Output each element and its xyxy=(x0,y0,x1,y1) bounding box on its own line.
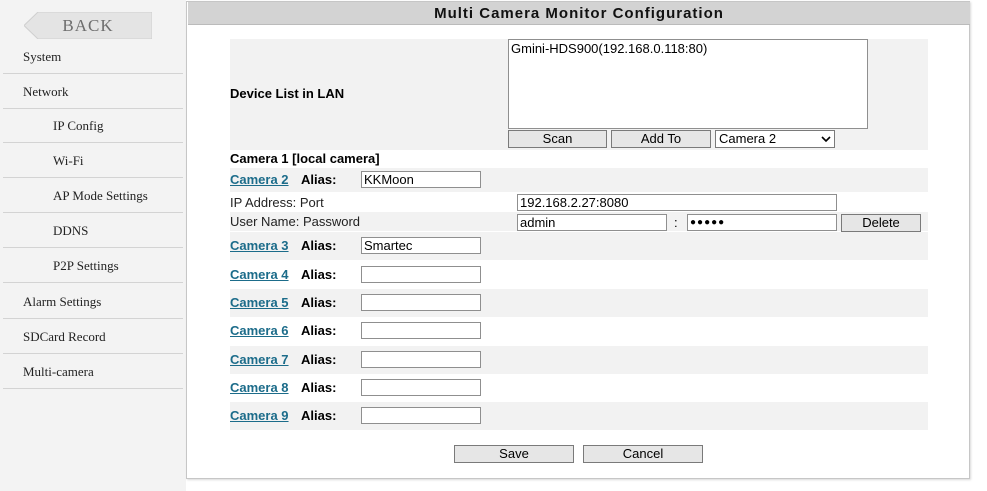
alias-label: Alias: xyxy=(301,295,337,310)
sidebar: BACK System Network IP Config Wi-Fi AP M… xyxy=(0,0,186,491)
password-input[interactable]: ●●●●● xyxy=(687,214,837,231)
sidebar-item-label: Alarm Settings xyxy=(23,294,102,309)
user-label: User Name: Password xyxy=(230,214,361,229)
camera-6-alias-input[interactable] xyxy=(361,322,481,339)
sidebar-item-ip-config[interactable]: IP Config xyxy=(3,109,183,143)
camera-3-alias-input[interactable]: Smartec xyxy=(361,237,481,254)
sidebar-item-label: DDNS xyxy=(53,223,89,238)
alias-label: Alias: xyxy=(301,408,337,423)
camera-1-label: Camera 1 [local camera] xyxy=(230,151,380,166)
camera-2-alias-input[interactable]: KKMoon xyxy=(361,171,481,188)
page-title: Multi Camera Monitor Configuration xyxy=(188,2,970,25)
cancel-button[interactable]: Cancel xyxy=(583,445,703,463)
camera-select-value: Camera 2 xyxy=(719,131,777,146)
sidebar-item-label: Network xyxy=(23,84,69,99)
delete-button[interactable]: Delete xyxy=(841,214,921,232)
sidebar-item-multi-camera[interactable]: Multi-camera xyxy=(3,355,183,389)
username-input[interactable]: admin xyxy=(517,214,667,231)
user-pass-separator: : xyxy=(674,215,678,230)
alias-label: Alias: xyxy=(301,172,337,187)
camera-6-link[interactable]: Camera 6 xyxy=(230,323,289,338)
sidebar-item-label: AP Mode Settings xyxy=(53,188,148,203)
sidebar-item-ap-mode-settings[interactable]: AP Mode Settings xyxy=(3,179,183,213)
sidebar-item-network[interactable]: Network xyxy=(3,75,183,109)
camera-select[interactable]: Camera 2 xyxy=(715,130,835,148)
sidebar-item-alarm-settings[interactable]: Alarm Settings xyxy=(3,285,183,319)
camera-5-link[interactable]: Camera 5 xyxy=(230,295,289,310)
device-list-item[interactable]: Gmini-HDS900(192.168.0.118:80) xyxy=(511,41,707,56)
camera-2-link[interactable]: Camera 2 xyxy=(230,172,289,187)
camera-7-alias-input[interactable] xyxy=(361,351,481,368)
device-list-label: Device List in LAN xyxy=(230,86,345,101)
alias-label: Alias: xyxy=(301,323,337,338)
camera-9-link[interactable]: Camera 9 xyxy=(230,408,289,423)
camera-5-alias-input[interactable] xyxy=(361,294,481,311)
camera-8-link[interactable]: Camera 8 xyxy=(230,380,289,395)
sidebar-item-label: Wi-Fi xyxy=(53,153,84,168)
camera-3-link[interactable]: Camera 3 xyxy=(230,238,289,253)
sidebar-item-label: System xyxy=(23,49,62,64)
camera-8-alias-input[interactable] xyxy=(361,379,481,396)
camera-4-link[interactable]: Camera 4 xyxy=(230,267,289,282)
sidebar-item-label: SDCard Record xyxy=(23,329,106,344)
sidebar-item-p2p-settings[interactable]: P2P Settings xyxy=(3,249,183,283)
sidebar-item-ddns[interactable]: DDNS xyxy=(3,214,183,248)
sidebar-item-system[interactable]: System xyxy=(3,40,183,74)
sidebar-item-wifi[interactable]: Wi-Fi xyxy=(3,144,183,178)
alias-label: Alias: xyxy=(301,238,337,253)
camera-9-alias-input[interactable] xyxy=(361,407,481,424)
sidebar-item-label: IP Config xyxy=(53,118,104,133)
sidebar-item-sdcard-record[interactable]: SDCard Record xyxy=(3,320,183,354)
camera-7-link[interactable]: Camera 7 xyxy=(230,352,289,367)
alias-label: Alias: xyxy=(301,352,337,367)
ip-port-input[interactable]: 192.168.2.27:8080 xyxy=(517,194,837,211)
alias-label: Alias: xyxy=(301,267,337,282)
sidebar-item-label: Multi-camera xyxy=(23,364,94,379)
alias-label: Alias: xyxy=(301,380,337,395)
add-to-button[interactable]: Add To xyxy=(611,130,711,148)
save-button[interactable]: Save xyxy=(454,445,574,463)
chevron-down-icon xyxy=(821,136,831,143)
scan-button[interactable]: Scan xyxy=(508,130,607,148)
sidebar-item-label: P2P Settings xyxy=(53,258,119,273)
camera-4-alias-input[interactable] xyxy=(361,266,481,283)
back-label: BACK xyxy=(62,16,114,35)
ip-label: IP Address: Port xyxy=(230,195,324,210)
device-list[interactable]: Gmini-HDS900(192.168.0.118:80) xyxy=(508,39,868,129)
